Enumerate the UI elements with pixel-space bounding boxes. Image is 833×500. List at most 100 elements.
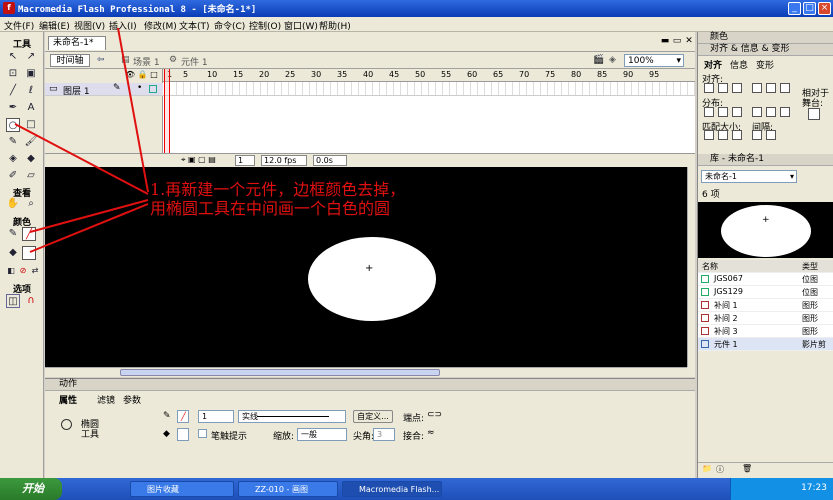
system-tray: 17:23 [730,478,833,500]
fill-color-box[interactable] [177,428,189,441]
movieclip-icon [701,340,709,348]
tab-properties[interactable]: 属性 [59,393,77,406]
library-item[interactable]: JGS067 位图 [698,273,833,286]
stroke-line-preview [257,416,329,417]
scale-value: 一般 [301,430,317,439]
distribute-hcenter-icon[interactable] [766,107,776,117]
library-item-name: 补间 3 [714,327,738,336]
tab-align[interactable]: 对齐 [704,58,722,71]
align-left-icon[interactable] [704,83,714,93]
align-middle-icon[interactable] [766,83,776,93]
taskbar: 开始 图片收藏 ZZ-010 - 画图 Macromedia Flash... … [0,478,833,500]
miter-value: 3 [377,430,383,439]
library-item-count: 6 项 [702,190,720,200]
bitmap-icon [701,275,709,283]
stroke-style-select[interactable]: 实线 [238,410,346,423]
library-panel-header[interactable]: 库 - 未命名-1 [698,154,833,166]
align-panel-header[interactable]: 对齐 & 信息 & 变形 [698,44,833,56]
task-paint[interactable]: ZZ-010 - 画图 [238,481,338,497]
library-item[interactable]: 补间 1 图形 [698,299,833,312]
tab-info[interactable]: 信息 [730,58,748,71]
endpoint-label: 端点: [403,414,425,424]
chevron-down-icon: ▾ [789,172,794,181]
distribute-vcenter-icon[interactable] [718,107,728,117]
space-vertical-icon[interactable] [752,130,762,140]
library-item-type: 影片剪 [802,340,826,349]
task-label: Macromedia Flash... [359,485,440,494]
task-flash[interactable]: Macromedia Flash... [342,481,442,497]
graphic-icon [701,314,709,322]
library-item-name: 补间 1 [714,301,738,310]
scale-label: 缩放: [273,432,295,442]
align-right-icon[interactable] [732,83,742,93]
library-item-type: 图形 [802,314,818,323]
start-button[interactable]: 开始 [0,478,62,500]
library-item[interactable]: 元件 1 影片剪 [698,338,833,351]
start-label: 开始 [22,482,44,495]
properties-icon[interactable]: ⓘ [716,464,724,475]
match-height-icon[interactable] [718,130,728,140]
actions-bar[interactable]: 动作 [45,379,695,391]
scale-select[interactable]: 一般 [297,428,347,441]
endpoint-select-icon[interactable]: ⊂⊃ [427,410,442,420]
task-label: ZZ-010 - 画图 [255,485,308,494]
library-item[interactable]: 补间 3 图形 [698,325,833,338]
bitmap-icon [701,288,709,296]
library-preview-canvas: + [721,205,811,257]
graphic-icon [701,327,709,335]
match-both-icon[interactable] [732,130,742,140]
distribute-left-icon[interactable] [752,107,762,117]
column-name[interactable]: 名称 [702,261,718,272]
graphic-icon [701,301,709,309]
join-select-icon[interactable]: ≈ [427,428,435,438]
task-label: 图片收藏 [147,485,179,494]
match-width-icon[interactable] [704,130,714,140]
fill-bucket-icon: ◆ [163,429,170,439]
align-bottom-icon[interactable] [780,83,790,93]
join-label: 接合: [403,432,425,442]
library-column-headers: 名称 类型 [698,260,833,273]
miter-field[interactable]: 3 [373,428,395,441]
oval-tool-icon [61,419,72,430]
arrow-to-insert-menu [117,27,149,193]
distribute-right-icon[interactable] [780,107,790,117]
properties-panel: 动作 属性 滤镜 参数 椭圆 工具 ✎ ╱ 1 实线 自定义... 端点: ⊂⊃… [45,378,695,478]
task-pictures[interactable]: 图片收藏 [130,481,234,497]
actions-bar-label: 动作 [59,379,78,389]
column-type[interactable]: 类型 [802,261,818,272]
space-horizontal-icon[interactable] [766,130,776,140]
library-item[interactable]: 补间 2 图形 [698,312,833,325]
right-panels: 颜色 对齐 & 信息 & 变形 对齐 信息 变形 对齐: 分布: 匹配大小: 间… [697,32,833,478]
miter-label: 尖角: [353,432,375,442]
library-item-type: 图形 [802,301,818,310]
delete-item-icon[interactable]: 🗑 [742,464,752,473]
tab-transform[interactable]: 变形 [756,58,774,71]
color-panel-header[interactable]: 颜色 [698,32,833,44]
stroke-hinting-checkbox[interactable] [198,429,207,438]
distribute-bottom-icon[interactable] [732,107,742,117]
align-top-icon[interactable] [752,83,762,93]
align-center-icon[interactable] [718,83,728,93]
stroke-style-value: 实线 [242,412,258,421]
align-to-stage-toggle[interactable] [808,108,820,120]
preview-crosshair: + [762,215,770,225]
library-item-name: 补间 2 [714,314,738,323]
arrow-to-oval-tool [14,123,149,195]
preview-ellipse [721,205,811,257]
stroke-color-box[interactable]: ╱ [177,410,189,423]
library-footer: 📁 ⓘ 🗑 [698,462,833,476]
distribute-top-icon[interactable] [704,107,714,117]
new-folder-icon[interactable]: 📁 [702,464,712,473]
stroke-pencil-icon: ✎ [163,411,171,421]
tab-filters[interactable]: 滤镜 [97,393,115,406]
stroke-size-value: 1 [202,412,208,421]
library-doc-select[interactable]: 未命名-1 ▾ [701,170,797,183]
stroke-size-field[interactable]: 1 [198,410,234,423]
color-header-label: 颜色 [710,32,729,42]
stroke-hinting-label: 笔触提示 [211,432,248,442]
tab-parameters[interactable]: 参数 [123,393,141,406]
custom-stroke-button[interactable]: 自定义... [353,410,393,423]
library-item-name: JGS129 [714,287,743,296]
clock: 17:23 [801,483,827,493]
library-item[interactable]: JGS129 位图 [698,286,833,299]
